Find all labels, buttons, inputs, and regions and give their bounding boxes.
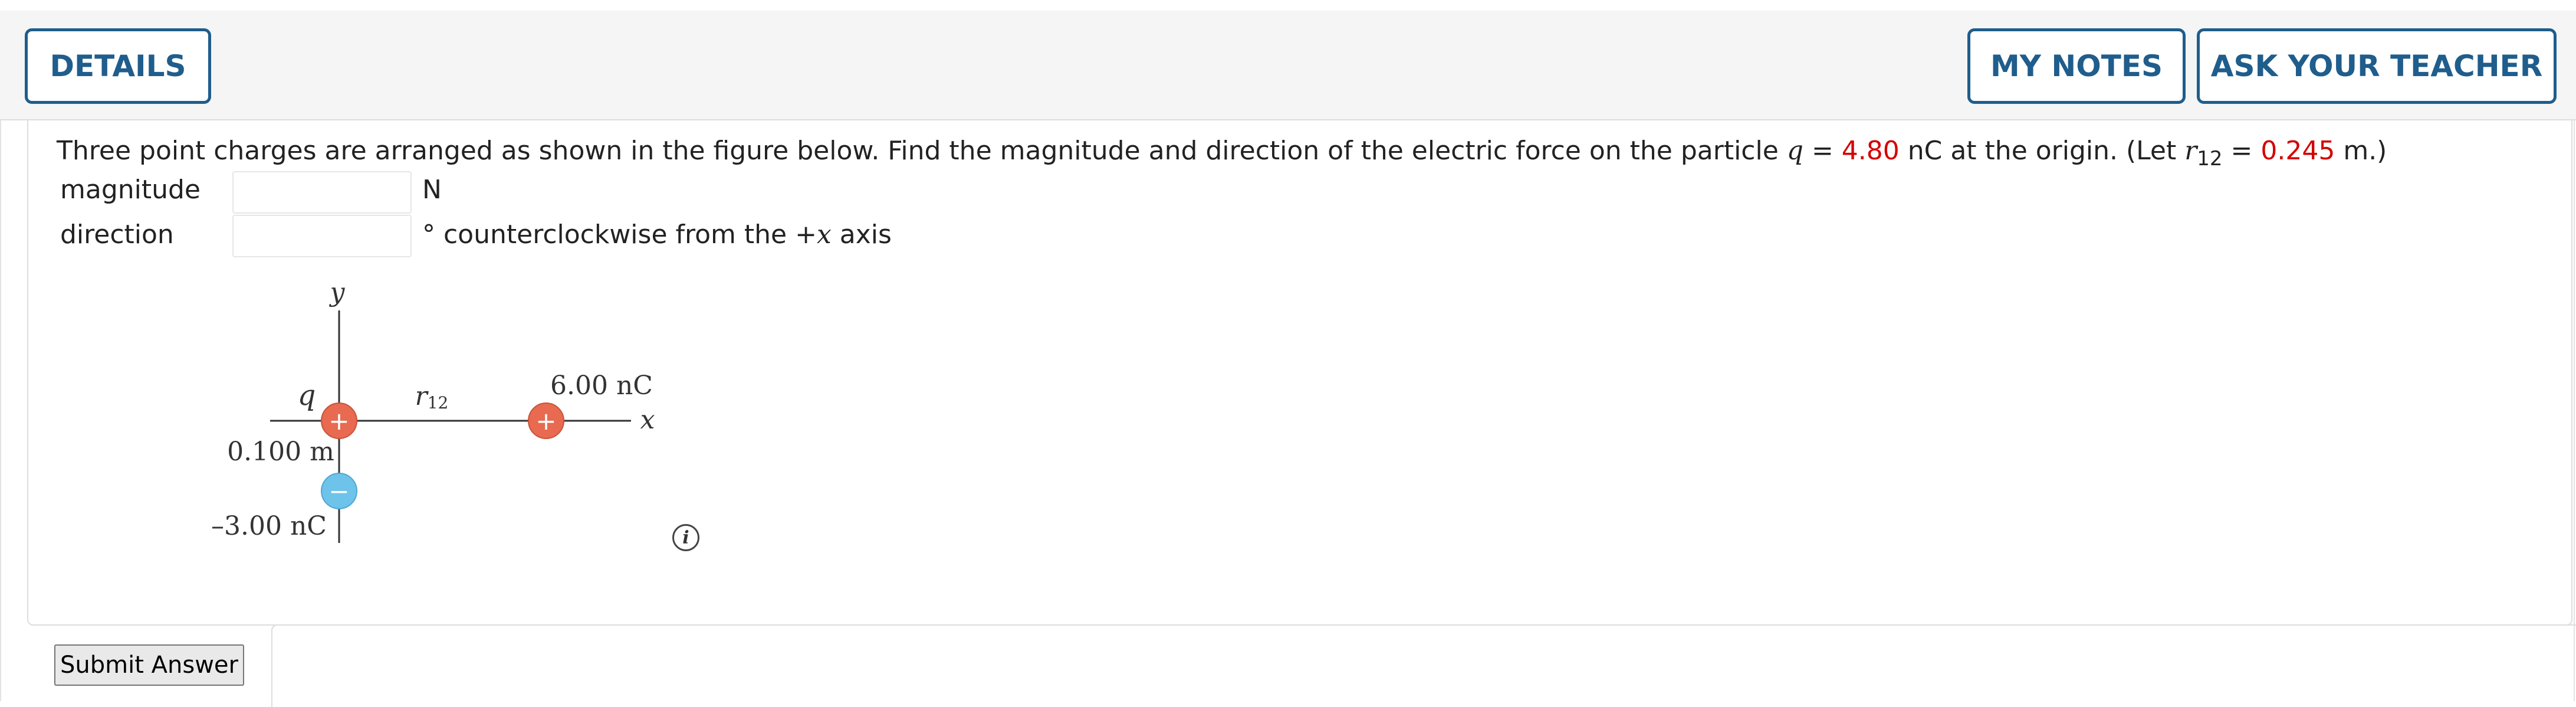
- r12-label: r12: [415, 381, 449, 413]
- equals-sign: =: [2222, 136, 2261, 166]
- r-subscript: 12: [2197, 147, 2223, 171]
- question-text-part: nC at the origin. (Let: [1899, 136, 2185, 166]
- direction-unit-text: axis: [831, 220, 892, 250]
- info-icon[interactable]: i: [672, 524, 699, 551]
- direction-label: direction: [60, 220, 174, 250]
- y-axis-label: y: [329, 277, 346, 307]
- plus-sign-icon: +: [535, 407, 556, 436]
- r12-value: 0.245: [2260, 136, 2335, 166]
- direction-input[interactable]: [232, 215, 412, 257]
- ask-your-teacher-button[interactable]: ASK YOUR TEACHER: [2197, 28, 2557, 104]
- r12-label-sub: 12: [428, 393, 449, 413]
- direction-unit-axis: x: [816, 220, 832, 250]
- magnitude-input[interactable]: [232, 171, 412, 214]
- minus-sign-icon: −: [328, 477, 349, 506]
- magnitude-label: magnitude: [60, 175, 201, 205]
- my-notes-button[interactable]: MY NOTES: [1967, 28, 2186, 104]
- distance-label: 0.100 m: [227, 437, 334, 467]
- question-text: Three point charges are arranged as show…: [57, 132, 2387, 172]
- charge-diagram: y x q r12 6.00 nC 0.100 m –3.00 nC + + −: [211, 277, 655, 543]
- charge-6nc: +: [528, 402, 564, 439]
- question-text-part: Three point charges are arranged as show…: [57, 136, 1787, 166]
- q-value: 4.80: [1841, 136, 1900, 166]
- details-button[interactable]: DETAILS: [25, 28, 211, 104]
- charge-q-origin: +: [321, 402, 357, 439]
- x-axis-label: x: [640, 405, 655, 435]
- q-label: q: [298, 379, 316, 412]
- direction-unit-text: ° counterclockwise from the +: [422, 220, 817, 250]
- plus-sign-icon: +: [328, 407, 349, 436]
- q-symbol: q: [1786, 136, 1803, 166]
- question-text-part: m.): [2335, 136, 2387, 166]
- answer-feedback-box: [271, 624, 2576, 707]
- charge-6nc-label: 6.00 nC: [550, 371, 653, 401]
- magnitude-unit: N: [422, 175, 442, 205]
- equals-sign: =: [1803, 136, 1842, 166]
- submit-answer-button[interactable]: Submit Answer: [54, 644, 244, 686]
- direction-unit: ° counterclockwise from the +x axis: [422, 220, 892, 250]
- question-header: [0, 11, 2576, 120]
- charge-neg3nc-label: –3.00 nC: [211, 511, 327, 541]
- r-symbol: r: [2184, 136, 2197, 166]
- charge-neg3nc: −: [321, 473, 357, 509]
